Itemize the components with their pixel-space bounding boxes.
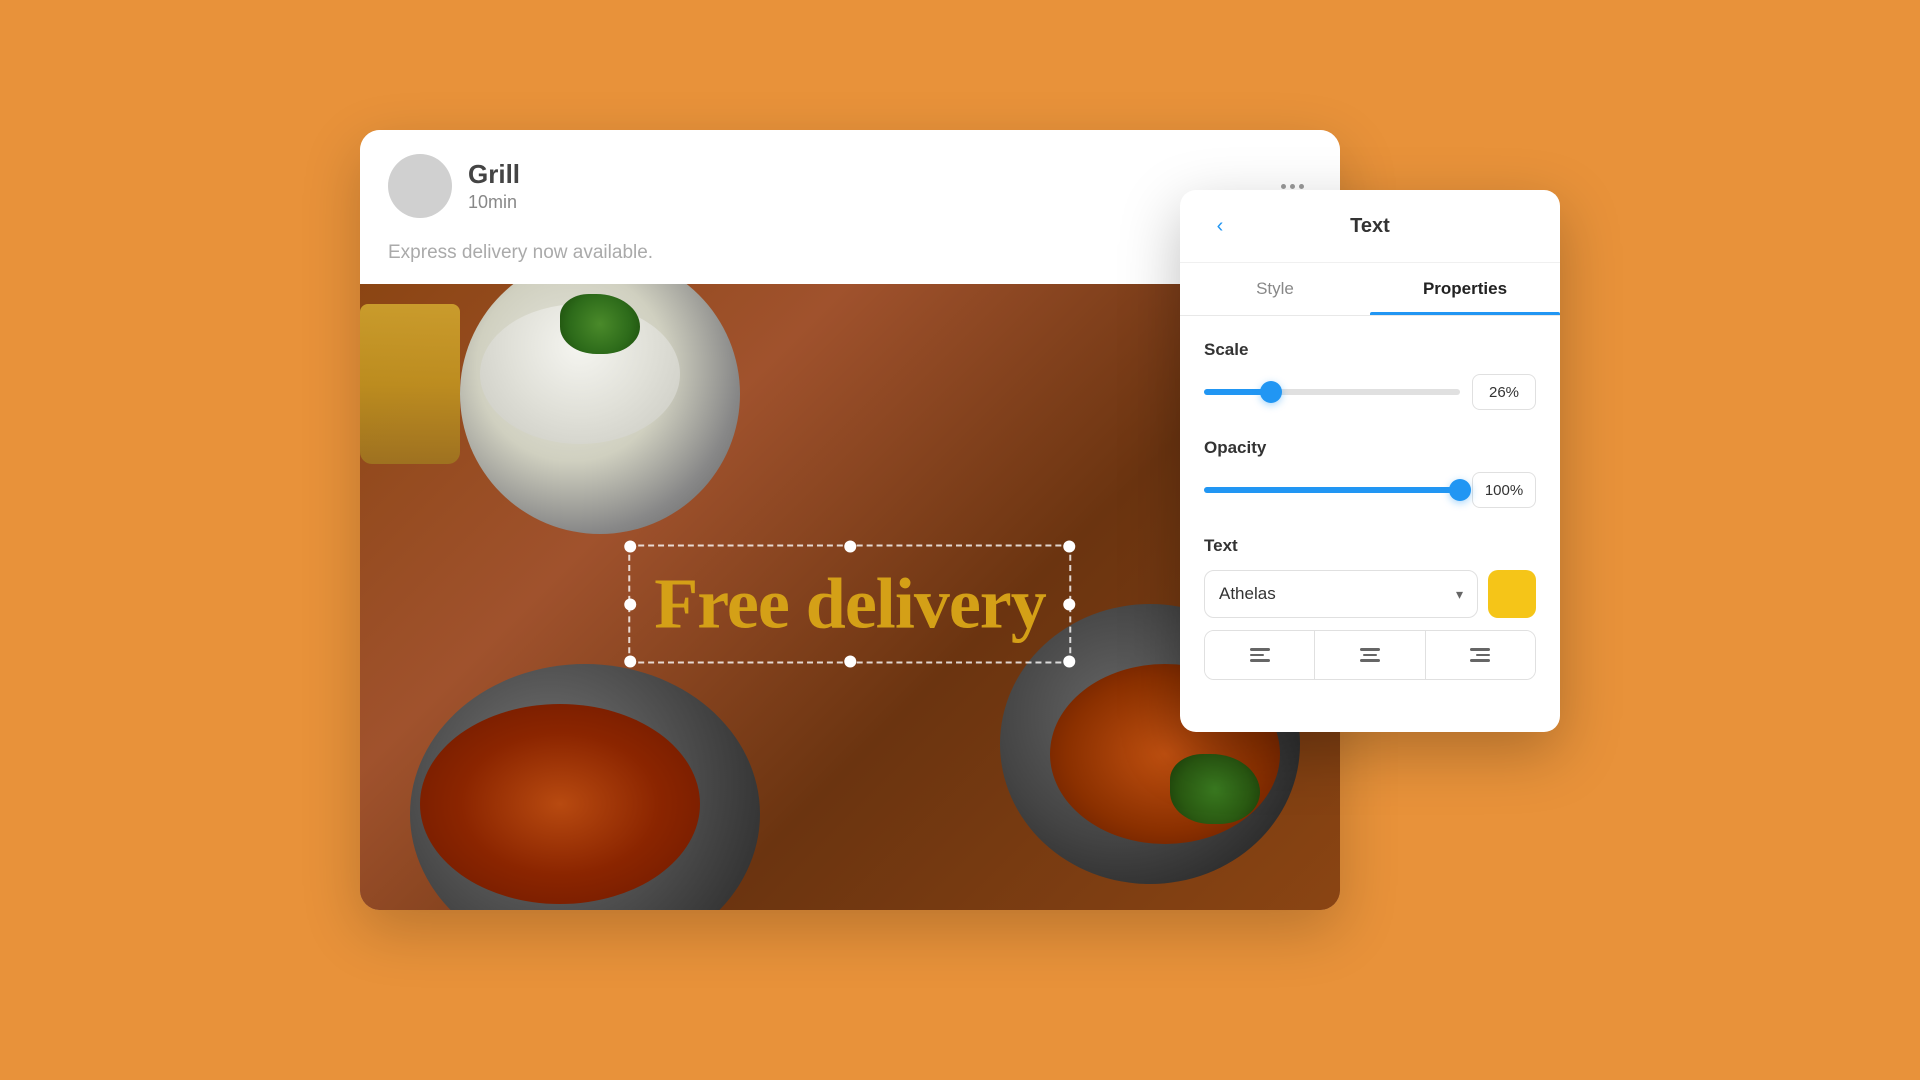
align-center-icon: [1360, 648, 1380, 662]
opacity-slider[interactable]: [1204, 487, 1460, 493]
opacity-slider-thumb[interactable]: [1449, 479, 1471, 501]
header-info: Grill 10min: [468, 159, 1257, 213]
scale-label: Scale: [1204, 340, 1536, 360]
scale-slider-thumb[interactable]: [1260, 381, 1282, 403]
handle-top-left[interactable]: [624, 541, 636, 553]
opacity-section: Opacity 100%: [1204, 438, 1536, 508]
text-section-label: Text: [1204, 536, 1536, 556]
align-line-6: [1360, 659, 1380, 662]
scale-slider[interactable]: [1204, 389, 1460, 395]
panel-header: ‹ Text: [1180, 190, 1560, 263]
text-overlay[interactable]: Free delivery: [628, 545, 1071, 664]
back-button[interactable]: ‹: [1204, 210, 1236, 242]
tab-style[interactable]: Style: [1180, 263, 1370, 315]
handle-bottom-left[interactable]: [624, 656, 636, 668]
align-line-2: [1250, 654, 1264, 657]
align-right-button[interactable]: [1426, 631, 1535, 679]
dot-1: [1281, 184, 1286, 189]
align-left-icon: [1250, 648, 1270, 662]
align-line-9: [1470, 659, 1490, 662]
opacity-slider-row: 100%: [1204, 472, 1536, 508]
alignment-row: [1204, 630, 1536, 680]
drink-glass: [360, 304, 460, 464]
chevron-down-icon: ▾: [1456, 586, 1463, 603]
align-center-button[interactable]: [1315, 631, 1425, 679]
restaurant-name: Grill: [468, 159, 1257, 190]
panel-tabs: Style Properties: [1180, 263, 1560, 316]
scale-value[interactable]: 26%: [1472, 374, 1536, 410]
avatar: [388, 154, 452, 218]
align-line-5: [1363, 654, 1377, 657]
scale-slider-row: 26%: [1204, 374, 1536, 410]
handle-bottom-center[interactable]: [844, 656, 856, 668]
text-section: Text Athelas ▾: [1204, 536, 1536, 680]
properties-panel: ‹ Text Style Properties Scale 26%: [1180, 190, 1560, 732]
dot-2: [1290, 184, 1295, 189]
curry-sauce-1: [420, 704, 700, 904]
align-line-7: [1470, 648, 1490, 651]
align-line-4: [1360, 648, 1380, 651]
color-swatch[interactable]: [1488, 570, 1536, 618]
scale-section: Scale 26%: [1204, 340, 1536, 410]
dot-3: [1299, 184, 1304, 189]
align-line-3: [1250, 659, 1270, 662]
font-row: Athelas ▾: [1204, 570, 1536, 618]
opacity-value[interactable]: 100%: [1472, 472, 1536, 508]
scene: Grill 10min Express delivery now availab…: [360, 130, 1560, 950]
opacity-slider-fill: [1204, 487, 1460, 493]
handle-top-center[interactable]: [844, 541, 856, 553]
opacity-label: Opacity: [1204, 438, 1536, 458]
delivery-time: 10min: [468, 192, 1257, 213]
align-right-icon: [1470, 648, 1490, 662]
align-left-button[interactable]: [1205, 631, 1315, 679]
selection-box: Free delivery: [628, 545, 1071, 664]
panel-title: Text: [1248, 215, 1492, 238]
align-line-1: [1250, 648, 1270, 651]
handle-middle-left[interactable]: [624, 598, 636, 610]
font-name: Athelas: [1219, 584, 1276, 604]
tab-properties[interactable]: Properties: [1370, 263, 1560, 315]
font-selector[interactable]: Athelas ▾: [1204, 570, 1478, 618]
panel-body: Scale 26% Opacity 100%: [1180, 316, 1560, 732]
handle-middle-right[interactable]: [1064, 598, 1076, 610]
overlay-text[interactable]: Free delivery: [654, 563, 1045, 646]
align-line-8: [1476, 654, 1490, 657]
